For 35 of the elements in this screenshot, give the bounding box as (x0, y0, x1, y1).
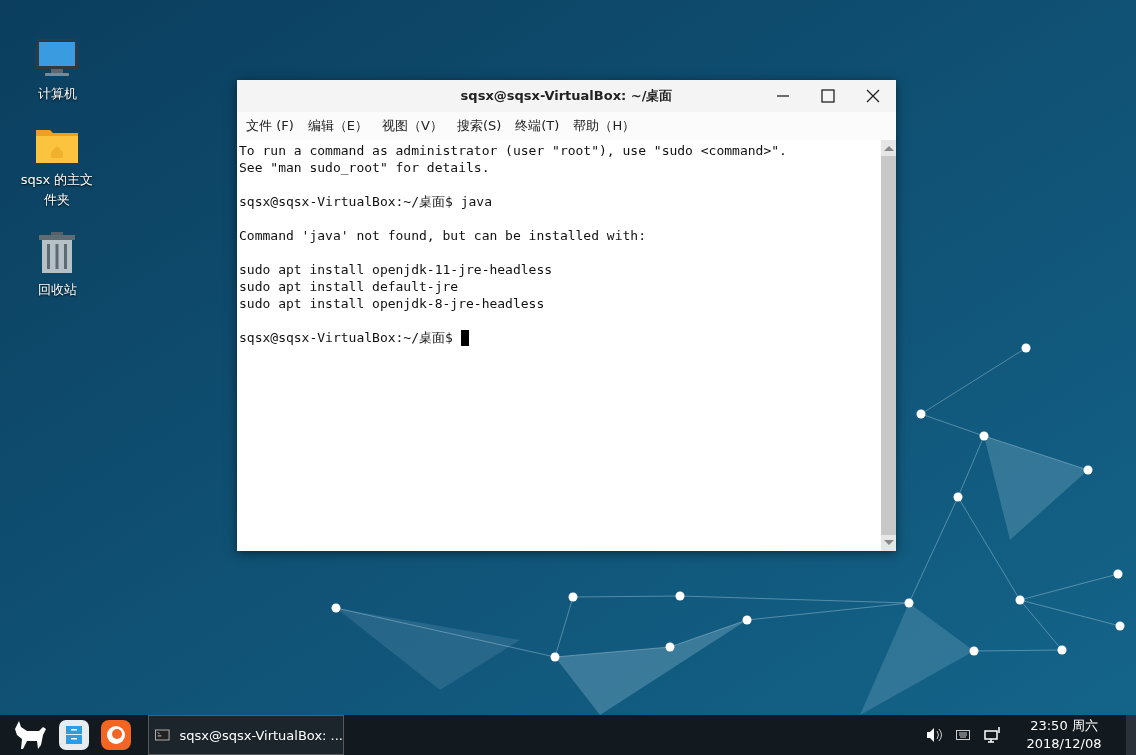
close-icon[interactable] (866, 89, 880, 103)
menu-item[interactable]: 视图（V） (382, 117, 443, 135)
keyboard-icon[interactable] (956, 730, 970, 740)
taskbar-window-button[interactable]: sqsx@sqsx-VirtualBox: ... (148, 715, 344, 755)
file-cabinet-icon[interactable] (59, 720, 89, 750)
terminal-prompt: sqsx@sqsx-VirtualBox:~/桌面$ (239, 329, 453, 346)
terminal-line: Command 'java' not found, but can be installed with: (239, 227, 647, 244)
menu-item[interactable]: 编辑（E） (307, 117, 368, 135)
terminal-line: sqsx@sqsx-VirtualBox:~/桌面$ java (239, 193, 493, 210)
desktop-icon-label[interactable]: 计算机 (19, 84, 95, 104)
clock-time[interactable]: 23:50 周六 (1030, 717, 1098, 735)
animal-logo-icon[interactable] (13, 719, 47, 751)
wired-network-icon[interactable] (984, 726, 1002, 744)
scroll-up-icon[interactable] (883, 145, 894, 152)
menu-item[interactable]: 帮助（H） (573, 117, 636, 135)
desktop-icon-label[interactable]: sqsx 的主文件夹 (19, 170, 95, 210)
clock-date[interactable]: 2018/12/08 (1026, 735, 1102, 753)
terminal-line: To run a command as administrator (user "root"), use "sudo <command>". (239, 142, 788, 159)
terminal-line: See "man sudo_root" for details. (239, 159, 491, 176)
menu-item[interactable]: 终端(T) (515, 117, 560, 135)
terminal-line: sudo apt install openjdk-11-jre-headless (239, 261, 554, 278)
desktop-icon-label[interactable]: 回收站 (19, 280, 95, 300)
terminal-icon (155, 729, 170, 741)
window-title: sqsx@sqsx-VirtualBox: ~/桌面 (460, 87, 673, 105)
scroll-down-icon[interactable] (883, 539, 894, 546)
terminal-line: sudo apt install openjdk-8-jre-headless (239, 295, 546, 312)
menu-item[interactable]: 搜索(S) (456, 117, 502, 135)
speaker-icon[interactable] (926, 727, 942, 743)
maximize-icon[interactable] (821, 89, 835, 103)
menu-item[interactable]: 文件 (F) (246, 117, 294, 135)
monitor-icon[interactable] (34, 38, 80, 78)
terminal-line: sudo apt install default-jre (239, 278, 460, 295)
text-cursor (460, 329, 469, 346)
scrollbar[interactable] (881, 140, 896, 551)
trash-icon[interactable] (37, 232, 77, 274)
